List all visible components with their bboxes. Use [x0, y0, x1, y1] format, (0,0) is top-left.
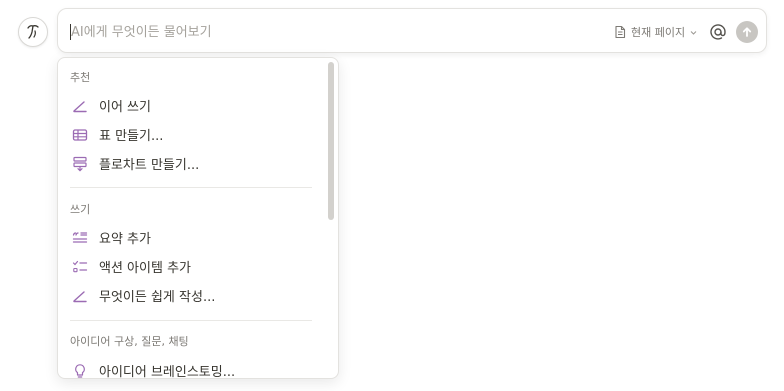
menu-item-make-table[interactable]: 표 만들기... — [62, 121, 318, 148]
lightbulb-icon — [71, 362, 89, 379]
mention-icon[interactable] — [708, 22, 728, 42]
context-label: 현재 페이지 — [631, 26, 686, 39]
section-title-write: 쓰기 — [70, 203, 91, 216]
ai-prompt-bar: 현재 페이지 — [57, 8, 767, 53]
menu-item-label: 무엇이든 쉽게 작성... — [99, 290, 216, 305]
menu-item-label: 플로차트 만들기... — [99, 158, 200, 173]
menu-item-label: 아이디어 브레인스토밍... — [99, 365, 236, 379]
pencil-icon — [71, 287, 89, 305]
menu-scrollbar[interactable] — [328, 62, 334, 220]
chevron-down-icon — [690, 30, 697, 35]
menu-item-add-action-items[interactable]: 액션 아이템 추가 — [62, 253, 318, 280]
menu-item-brainstorm-ideas[interactable]: 아이디어 브레인스토밍... — [62, 357, 318, 379]
section-title-recommended: 추천 — [70, 71, 91, 84]
page-icon — [615, 25, 626, 39]
notion-ai-avatar — [18, 17, 48, 47]
summary-icon — [71, 229, 89, 247]
table-icon — [71, 126, 89, 144]
menu-item-label: 요약 추가 — [99, 232, 151, 247]
arrow-up-icon — [742, 27, 752, 37]
menu-item-label: 이어 쓰기 — [99, 100, 151, 115]
send-button[interactable] — [736, 21, 758, 43]
menu-item-add-summary[interactable]: 요약 추가 — [62, 224, 318, 251]
menu-item-write-anything[interactable]: 무엇이든 쉽게 작성... — [62, 282, 318, 309]
checklist-icon — [71, 258, 89, 276]
ai-prompt-input[interactable] — [71, 20, 591, 44]
section-title-brainstorm: 아이디어 구상, 질문, 채팅 — [70, 335, 189, 348]
menu-item-make-flowchart[interactable]: 플로차트 만들기... — [62, 150, 318, 177]
pencil-icon — [71, 97, 89, 115]
context-selector[interactable]: 현재 페이지 — [613, 21, 698, 43]
menu-item-continue-writing[interactable]: 이어 쓰기 — [62, 92, 318, 119]
menu-item-label: 액션 아이템 추가 — [99, 261, 191, 276]
ai-face-icon — [27, 25, 39, 39]
section-divider — [70, 187, 312, 188]
section-divider — [70, 320, 312, 321]
ai-suggestions-menu: 추천 이어 쓰기 표 만들기... 플로차트 만들기... 쓰기 요약 추가 액… — [57, 57, 339, 379]
flowchart-icon — [71, 155, 89, 173]
menu-item-label: 표 만들기... — [99, 129, 164, 144]
